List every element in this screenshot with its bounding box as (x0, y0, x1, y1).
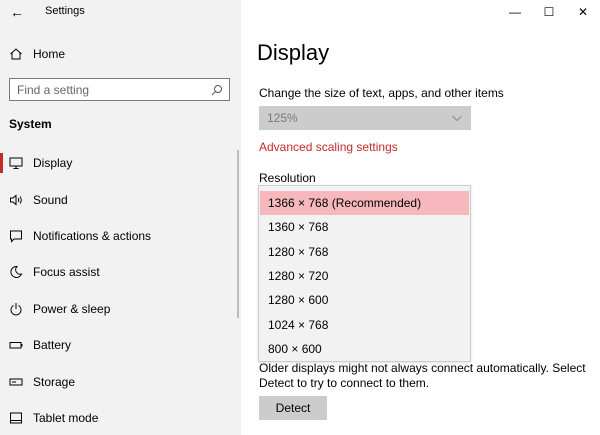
detect-description: Older displays might not always connect … (259, 361, 586, 390)
search-icon[interactable] (211, 84, 223, 96)
sidebar-item-notifications[interactable]: Notifications & actions (0, 218, 241, 254)
battery-icon (8, 337, 24, 353)
back-button[interactable]: ← (6, 2, 28, 22)
scale-label: Change the size of text, apps, and other… (259, 86, 504, 100)
sidebar-item-label: Power & sleep (33, 301, 111, 316)
close-button[interactable]: ✕ (566, 0, 600, 24)
sidebar-item-display[interactable]: Display (0, 145, 241, 181)
home-icon (8, 46, 24, 62)
notification-icon (8, 228, 24, 244)
resolution-option[interactable]: 1024 × 768 (259, 312, 470, 336)
sidebar-item-sound[interactable]: Sound (0, 181, 241, 217)
search-box[interactable] (9, 78, 230, 101)
sidebar-item-label: Storage (33, 374, 76, 389)
scale-value: 125% (267, 111, 298, 125)
resolution-option[interactable]: 1280 × 768 (259, 240, 470, 264)
sidebar-scrollbar[interactable] (237, 150, 239, 318)
scale-dropdown[interactable]: 125% (259, 106, 471, 130)
sidebar-item-home[interactable]: Home (0, 40, 241, 68)
section-heading: System (9, 117, 52, 131)
resolution-label: Resolution (259, 171, 316, 185)
sidebar-item-storage[interactable]: Storage (0, 363, 241, 399)
titlebar-left: ← Settings (0, 0, 241, 24)
sidebar-item-power-sleep[interactable]: Power & sleep (0, 291, 241, 327)
window-controls: — ☐ ✕ (498, 0, 600, 24)
storage-icon (8, 374, 24, 390)
minimize-icon: — (509, 5, 521, 19)
advanced-scaling-link[interactable]: Advanced scaling settings (259, 140, 398, 154)
resolution-option-selected[interactable]: 1366 × 768 (Recommended) (260, 191, 469, 216)
sidebar-item-tablet-mode[interactable]: Tablet mode (0, 400, 241, 435)
resolution-option[interactable]: 1360 × 768 (259, 215, 470, 239)
tablet-icon (8, 410, 24, 426)
moon-icon (8, 264, 24, 280)
home-label: Home (33, 47, 66, 61)
sidebar-item-battery[interactable]: Battery (0, 327, 241, 363)
sidebar-item-label: Display (33, 156, 73, 171)
app-title: Settings (45, 5, 85, 17)
sidebar-item-label: Sound (33, 192, 68, 207)
sidebar-item-label: Tablet mode (33, 410, 99, 425)
sidebar-item-label: Focus assist (33, 265, 100, 280)
page-title: Display (257, 40, 330, 65)
maximize-button[interactable]: ☐ (532, 0, 566, 24)
resolution-option[interactable]: 1280 × 720 (259, 264, 470, 288)
main-content: — ☐ ✕ Display Change the size of text, a… (241, 0, 600, 435)
chevron-down-icon (451, 112, 463, 124)
sidebar-item-label: Battery (33, 338, 72, 353)
power-icon (8, 301, 24, 317)
close-icon: ✕ (577, 5, 589, 19)
back-arrow-icon: ← (10, 4, 24, 20)
sidebar-item-label: Notifications & actions (33, 228, 152, 243)
nav-list: Display Sound Notifications & actions Fo… (0, 145, 241, 435)
resolution-option[interactable]: 800 × 600 (259, 337, 470, 361)
search-input[interactable] (17, 82, 197, 97)
minimize-button[interactable]: — (498, 0, 532, 24)
maximize-icon: ☐ (543, 5, 555, 19)
monitor-icon (8, 155, 24, 171)
speaker-icon (8, 192, 24, 208)
sidebar: ← Settings Home System Display Sound (0, 0, 241, 435)
sidebar-item-focus-assist[interactable]: Focus assist (0, 254, 241, 290)
resolution-option[interactable]: 1280 × 600 (259, 288, 470, 312)
resolution-dropdown-list: 1366 × 768 (Recommended) 1360 × 768 1280… (258, 185, 471, 362)
detect-button[interactable]: Detect (259, 396, 327, 420)
